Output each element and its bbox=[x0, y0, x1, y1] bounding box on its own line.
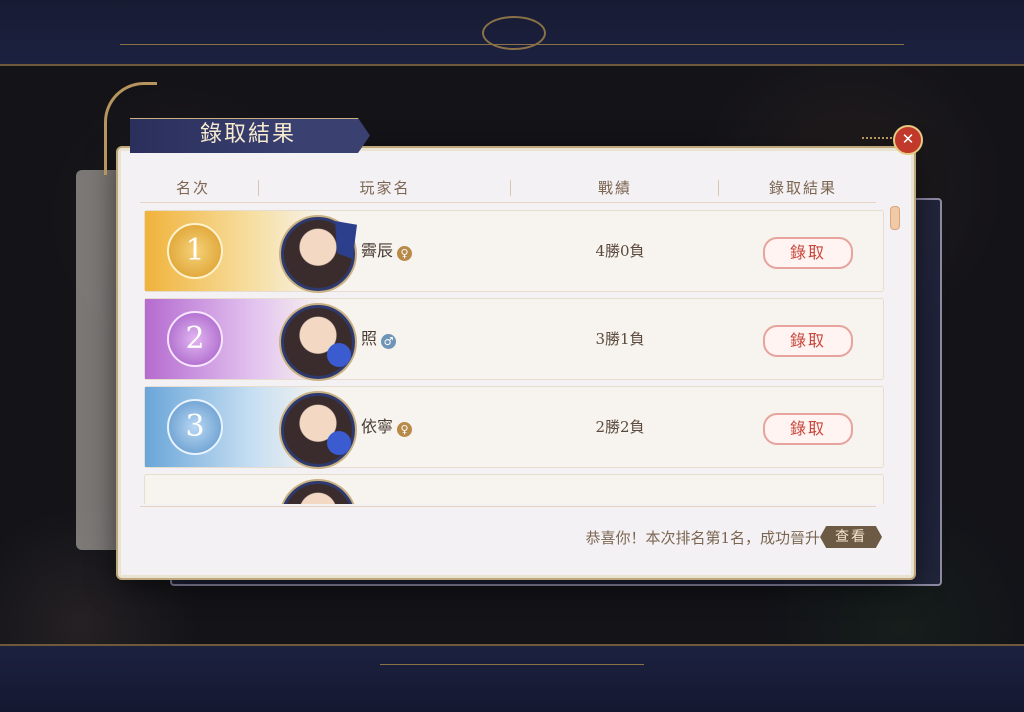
avatar-rose-decoration bbox=[327, 343, 351, 367]
lotus-ornament-icon bbox=[482, 16, 546, 50]
table-row: 1 霽辰 ♀ 4勝0負 錄取 bbox=[144, 210, 884, 292]
player-name: 照 ♂ bbox=[361, 327, 397, 351]
accepted-badge[interactable]: 錄取 bbox=[763, 237, 853, 269]
bottom-ornament-bar bbox=[0, 644, 1024, 712]
dialog-title: 錄取結果 bbox=[200, 122, 297, 147]
player-name-text: 照 bbox=[361, 329, 378, 348]
header-result: 錄取結果 bbox=[768, 179, 837, 197]
table-row: 3 依寧 ♀ 2勝2負 錄取 bbox=[144, 386, 884, 468]
rank-medal: 3 bbox=[167, 399, 223, 455]
accepted-badge[interactable]: 錄取 bbox=[763, 413, 853, 445]
accepted-badge[interactable]: 錄取 bbox=[763, 325, 853, 357]
list-scrollbar[interactable] bbox=[890, 206, 900, 230]
player-name-text: 依寧 bbox=[361, 417, 394, 436]
table-row-partial bbox=[144, 474, 884, 504]
player-name: 霽辰 ♀ bbox=[361, 239, 413, 263]
male-icon: ♂ bbox=[381, 334, 397, 349]
player-record: 4勝0負 bbox=[595, 242, 645, 260]
header-player: 玩家名 bbox=[359, 179, 411, 197]
header-divider bbox=[718, 180, 719, 196]
player-record: 3勝1負 bbox=[595, 330, 645, 348]
header-rank: 名次 bbox=[175, 179, 210, 197]
header-divider bbox=[510, 180, 511, 196]
table-row: 2 照 ♂ 3勝1負 錄取 bbox=[144, 298, 884, 380]
footer-divider bbox=[140, 506, 876, 507]
bottom-ornament-line bbox=[380, 664, 644, 665]
table-header: 名次 玩家名 戰績 錄取結果 bbox=[140, 174, 876, 203]
female-icon: ♀ bbox=[397, 246, 413, 261]
header-record: 戰績 bbox=[597, 179, 632, 197]
female-icon: ♀ bbox=[397, 422, 413, 437]
player-name-text: 霽辰 bbox=[361, 241, 394, 260]
avatar[interactable] bbox=[281, 305, 355, 379]
avatar[interactable] bbox=[281, 393, 355, 467]
top-ornament-bar bbox=[0, 0, 1024, 66]
close-button[interactable]: ✕ bbox=[893, 125, 923, 155]
header-divider bbox=[258, 180, 259, 196]
player-record: 2勝2負 bbox=[595, 418, 645, 436]
view-button[interactable]: 查看 bbox=[820, 526, 882, 548]
player-name: 依寧 ♀ bbox=[361, 415, 413, 439]
rank-medal: 1 bbox=[167, 223, 223, 279]
close-dots-ornament bbox=[862, 137, 892, 141]
rank-medal: 2 bbox=[167, 311, 223, 367]
avatar-rose-decoration bbox=[327, 431, 351, 455]
congrats-message: 恭喜你！本次排名第1名，成功晉升 bbox=[585, 529, 820, 547]
results-list[interactable]: 1 霽辰 ♀ 4勝0負 錄取 2 照 ♂ 3勝1負 錄取 3 依寧 ♀ 2勝2負 錄取 bbox=[144, 210, 884, 504]
avatar[interactable] bbox=[281, 481, 355, 504]
